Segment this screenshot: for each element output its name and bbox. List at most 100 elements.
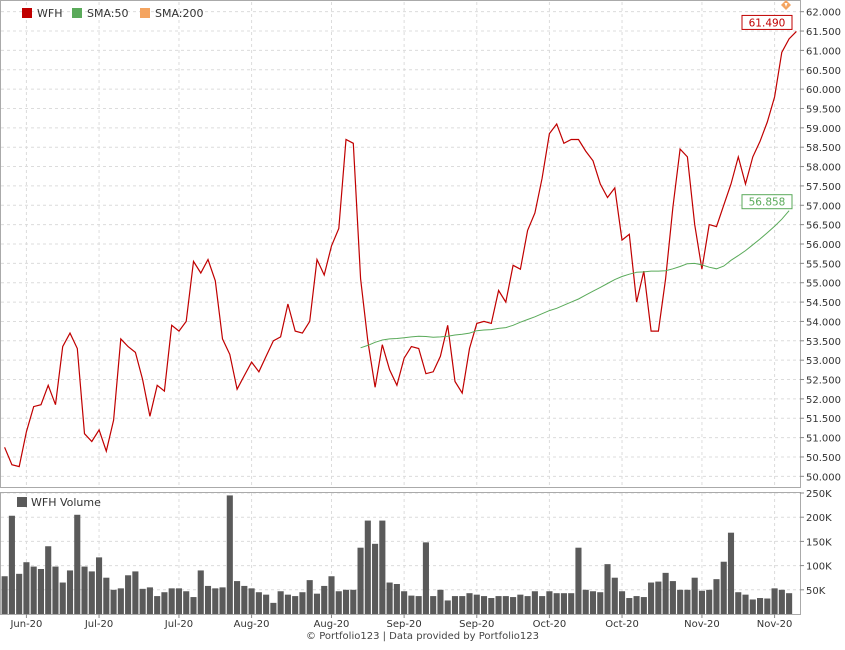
- volume-bar: [720, 561, 727, 614]
- volume-bar: [66, 570, 74, 614]
- volume-bar: [139, 588, 146, 614]
- price-y-tick-label: 57.000: [806, 201, 841, 212]
- volume-bar: [219, 587, 226, 614]
- volume-bar: [495, 596, 502, 614]
- volume-bar: [154, 596, 161, 614]
- volume-bar: [648, 582, 655, 614]
- volume-bar: [313, 593, 321, 614]
- x-tick-label: Oct-20: [533, 619, 567, 630]
- volume-bar: [372, 543, 379, 614]
- volume-bar: [568, 593, 575, 614]
- volume-bar: [161, 592, 168, 614]
- volume-bar: [756, 598, 764, 614]
- volume-bar: [451, 596, 459, 614]
- volume-bar: [742, 594, 749, 614]
- volume-bar: [524, 596, 531, 614]
- volume-bar: [517, 594, 524, 614]
- series-lines: [4, 30, 797, 468]
- price-y-tick-label: 60.000: [806, 85, 841, 96]
- volume-bar: [488, 598, 495, 614]
- legend-label-sma50: SMA:50: [87, 7, 129, 20]
- volume-bar: [713, 579, 720, 614]
- volume-bar: [125, 575, 132, 614]
- price-y-tick-label: 53.000: [806, 356, 841, 367]
- volume-bar: [502, 596, 509, 614]
- volume-bar: [677, 589, 684, 614]
- volume-y-tick-label: 200K: [806, 513, 832, 524]
- volume-bar: [560, 593, 567, 614]
- volume-bar: [684, 589, 691, 614]
- legend-label-sma200: SMA:200: [155, 7, 204, 20]
- volume-bar: [531, 591, 538, 614]
- price-y-tick-label: 52.000: [806, 395, 841, 406]
- price-y-tick-label: 54.000: [806, 317, 841, 328]
- x-tick-label: Aug-20: [314, 619, 350, 630]
- price-y-tick-label: 52.500: [806, 376, 841, 387]
- volume-bar: [110, 589, 117, 614]
- volume-bar: [146, 587, 153, 614]
- alert-diamond-icon[interactable]: [781, 0, 791, 10]
- volume-bar: [437, 589, 444, 614]
- price-y-tick-label: 59.500: [806, 104, 841, 115]
- legend-label-volume: WFH Volume: [31, 496, 101, 509]
- price-legend: WFH SMA:50 SMA:200: [22, 7, 204, 20]
- volume-bar: [430, 596, 437, 614]
- volume-bar: [626, 598, 633, 614]
- volume-bar: [226, 495, 233, 614]
- volume-bar: [168, 588, 175, 614]
- volume-bar: [633, 596, 640, 614]
- volume-bar: [408, 595, 415, 614]
- x-tick-label: Sep-20: [387, 619, 422, 630]
- volume-bar: [582, 589, 589, 614]
- price-y-tick-label: 55.000: [806, 279, 841, 290]
- volume-y-tick-label: 150K: [806, 537, 832, 548]
- volume-bar: [473, 594, 480, 614]
- volume-bar: [306, 580, 313, 614]
- price-y-tick-label: 50.500: [806, 453, 841, 464]
- volume-bar: [255, 592, 262, 614]
- price-y-tick-label: 51.000: [806, 434, 841, 445]
- price-y-tick-label: 61.000: [806, 46, 841, 57]
- price-grid: [1, 2, 800, 486]
- volume-bar: [539, 596, 546, 614]
- x-tick-label: Jul-20: [164, 619, 193, 630]
- volume-bar: [74, 514, 81, 614]
- volume-bar: [335, 591, 342, 614]
- volume-y-tick-label: 100K: [806, 562, 832, 573]
- volume-bar: [299, 592, 306, 614]
- volume-y-tick-label: 50K: [806, 586, 826, 597]
- price-y-tick-label: 51.500: [806, 414, 841, 425]
- price-y-tick-label: 57.500: [806, 182, 841, 193]
- volume-bar: [342, 589, 350, 614]
- volume-bar: [735, 592, 742, 614]
- volume-bar: [263, 594, 270, 614]
- volume-bar: [284, 594, 291, 614]
- volume-bar: [204, 585, 212, 614]
- volume-bar: [96, 557, 103, 614]
- volume-bar: [401, 591, 408, 614]
- volume-bar: [117, 588, 124, 614]
- volume-bar: [669, 581, 676, 614]
- series-line-wfh: [4, 30, 797, 468]
- price-y-tick-label: 56.500: [806, 221, 841, 232]
- volume-bar: [190, 597, 197, 614]
- volume-bars: [1, 495, 793, 614]
- volume-bar: [466, 593, 473, 614]
- volume-bar: [183, 591, 190, 614]
- volume-y-axis: 50K 100K 150K 200K 250K: [800, 489, 832, 597]
- volume-bar: [277, 591, 284, 614]
- legend-label-wfh: WFH: [37, 7, 62, 20]
- price-y-tick-label: 62.000: [806, 8, 841, 19]
- volume-bar: [444, 600, 451, 614]
- x-axis: Jun-20 Jul-20 Jul-20 Aug-20 Aug-20 Sep-20 Sep-…: [9, 614, 792, 630]
- volume-bar: [81, 566, 88, 614]
- volume-bar: [23, 562, 30, 614]
- series-line-sma50: [360, 210, 790, 349]
- volume-bar: [379, 520, 386, 614]
- x-tick-label: Jun-20: [9, 619, 42, 630]
- volume-bar: [364, 520, 371, 614]
- volume-bar: [321, 585, 328, 614]
- x-tick-label: Sep-20: [459, 619, 494, 630]
- volume-bar: [706, 589, 713, 614]
- volume-bar: [604, 564, 611, 614]
